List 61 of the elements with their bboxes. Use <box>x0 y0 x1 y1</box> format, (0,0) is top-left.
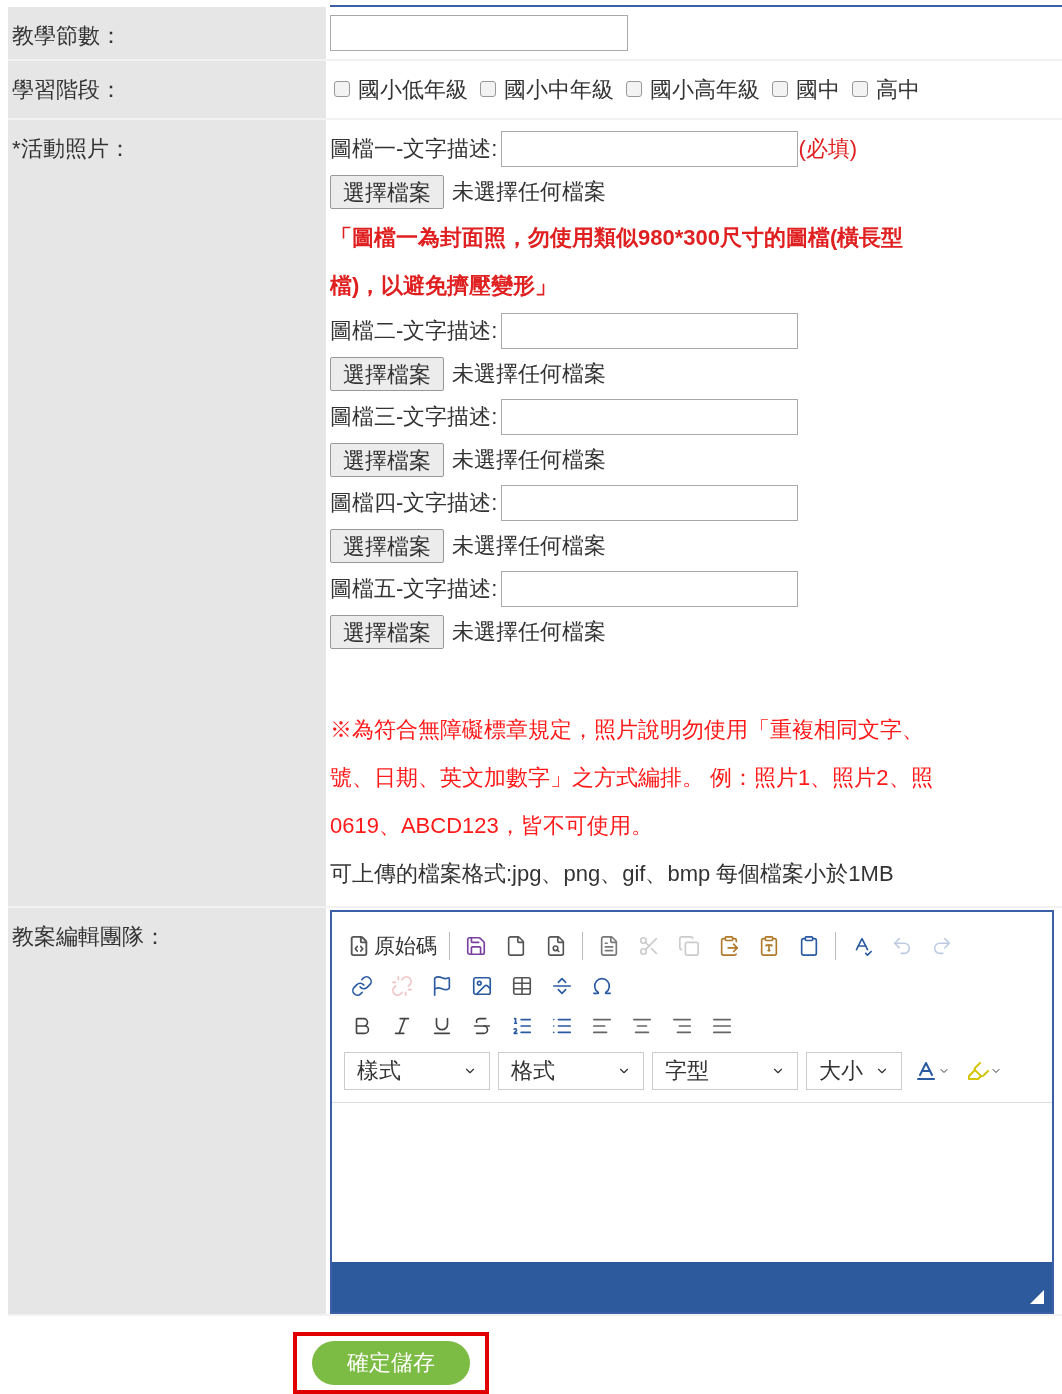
caption-field[interactable] <box>501 312 799 349</box>
toolbar-dropdown[interactable]: 樣式 <box>344 1051 490 1090</box>
checkbox-label: 國小低年級 <box>358 75 468 104</box>
preview-icon <box>545 934 567 957</box>
field-label: *活動照片： <box>12 135 131 161</box>
checkbox[interactable] <box>626 81 642 98</box>
checkbox-label: 國中 <box>796 75 840 104</box>
cover-note: 「圖檔一為封面照，勿使用類似980*300尺寸的圖檔(橫長型 <box>330 223 904 252</box>
copy-icon <box>678 934 700 957</box>
file-status: 未選擇任何檔案 <box>452 178 606 207</box>
toolbar-dropdown[interactable]: 字型 <box>652 1051 798 1090</box>
resize-handle-icon[interactable] <box>1030 1289 1044 1304</box>
choose-file-button[interactable]: 選擇檔案 <box>330 528 444 563</box>
toolbar-dropdown[interactable]: 大小 <box>806 1051 902 1090</box>
toolbar-dropdown[interactable]: 格式 <box>498 1051 644 1090</box>
file-status: 未選擇任何檔案 <box>452 446 606 475</box>
checkbox[interactable] <box>480 81 496 98</box>
image-icon <box>471 974 493 997</box>
caption-label: 圖檔二-文字描述: <box>330 317 498 346</box>
caption-label: 圖檔五-文字描述: <box>330 575 498 604</box>
choose-file-button[interactable]: 選擇檔案 <box>330 356 444 391</box>
checkbox[interactable] <box>772 81 788 98</box>
accessibility-notice: 0619、ABCD123，皆不可使用。 <box>330 811 653 840</box>
accessibility-notice: 號、日期、英文加數字」之方式編排。 例：照片1、照片2、照 <box>330 763 933 792</box>
flag-icon <box>431 974 453 997</box>
paste-text-icon <box>758 934 780 957</box>
source-icon <box>348 934 370 957</box>
accessibility-notice: ※為符合無障礙標章規定，照片說明勿使用「重複相同文字、 <box>330 715 924 744</box>
checkbox-label: 國小高年級 <box>650 75 760 104</box>
unlink-icon <box>391 974 413 997</box>
caption-label: 圖檔三-文字描述: <box>330 403 498 432</box>
required-note: (必填) <box>798 135 858 164</box>
file-status: 未選擇任何檔案 <box>452 618 606 647</box>
caption-label: 圖檔四-文字描述: <box>330 489 498 518</box>
caption-field[interactable] <box>501 484 799 521</box>
table-icon <box>511 974 533 997</box>
checkbox-label: 國小中年級 <box>504 75 614 104</box>
caption-field[interactable] <box>501 130 799 167</box>
file-status: 未選擇任何檔案 <box>452 532 606 561</box>
paste-icon <box>718 934 740 957</box>
field-label: 教案編輯團隊： <box>12 923 166 949</box>
choose-file-button[interactable]: 選擇檔案 <box>330 174 444 209</box>
link-icon <box>351 974 373 997</box>
source-button[interactable]: 原始碼 <box>344 927 441 964</box>
checkbox-label: 高中 <box>876 75 920 104</box>
caption-field[interactable] <box>501 398 799 435</box>
cut-icon <box>638 934 660 957</box>
document-icon <box>505 934 527 957</box>
checkbox[interactable] <box>852 81 868 98</box>
checkbox[interactable] <box>334 81 350 98</box>
cover-note: 檔)，以避免擠壓變形」 <box>330 271 558 300</box>
format-note: 可上傳的檔案格式:jpg、png、gif、bmp 每個檔案小於1MB <box>330 859 894 888</box>
choose-file-button[interactable]: 選擇檔案 <box>330 442 444 477</box>
text-field[interactable] <box>330 14 628 51</box>
caption-label: 圖檔一-文字描述: <box>330 135 498 164</box>
file-status: 未選擇任何檔案 <box>452 360 606 389</box>
save-icon <box>465 934 487 957</box>
field-label: 學習階段： <box>12 76 122 102</box>
field-label: 教學節數： <box>12 22 122 48</box>
choose-file-button[interactable]: 選擇檔案 <box>330 614 444 649</box>
caption-field[interactable] <box>501 570 799 607</box>
